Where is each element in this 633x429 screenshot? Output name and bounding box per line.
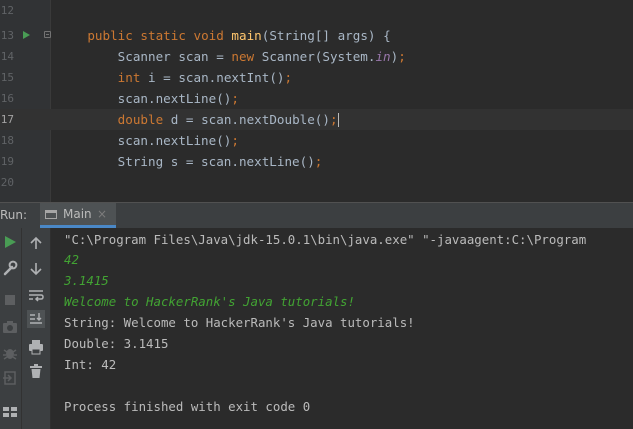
console-line-output: String: Welcome to HackerRank's Java tut… [64,315,415,330]
line-number: 17 [0,113,14,126]
arrow-down-icon[interactable] [27,260,45,278]
code-text: scan.nextLine(); [57,133,239,148]
tab-main[interactable]: Main × [40,203,116,228]
soft-wrap-icon[interactable] [27,286,45,304]
code-line-15[interactable]: 15 int i = scan.nextInt(); [0,67,633,88]
trash-icon[interactable] [27,362,45,380]
line-number: 13 [0,29,14,42]
code-line-20[interactable]: 20 [0,172,633,193]
console-line-input: 3.1415 [64,273,109,288]
print-icon[interactable] [27,338,45,356]
close-tab-icon[interactable]: × [97,203,107,226]
scroll-to-end-icon[interactable] [27,310,45,328]
code-text: public static void main(String[] args) { [87,28,391,43]
camera-icon[interactable] [1,318,19,336]
debug-icon[interactable] [1,344,19,362]
run-toolbar-primary [0,228,22,429]
console-output[interactable]: "C:\Program Files\Java\jdk-15.0.1\bin\ja… [51,228,633,429]
code-text: int i = scan.nextInt(); [117,70,293,85]
layout-icon[interactable] [1,403,19,421]
line-number: 15 [0,71,14,84]
run-panel-header: Run: Main × [0,202,633,228]
stop-icon[interactable] [1,291,19,309]
arrow-up-icon[interactable] [27,234,45,252]
line-number: 18 [0,134,14,147]
run-gutter-icon[interactable] [23,31,30,39]
rerun-icon[interactable] [1,233,19,251]
code-line-13[interactable]: 13 public static void main(String[] args… [0,25,633,46]
code-line-14[interactable]: 14 Scanner scan = new Scanner(System.in)… [0,46,633,67]
console-line-input: 42 [64,252,79,267]
code-text: scan.nextLine(); [57,91,239,106]
line-number: 19 [0,155,14,168]
console-line-output: Int: 42 [64,357,117,372]
text-caret [337,113,340,127]
code-text: String s = scan.nextLine(); [57,154,323,169]
code-text: double d = scan.nextDouble(); [117,112,340,127]
code-editor[interactable]: 12 13 public static void main(String[] a… [0,0,633,202]
console-line-exit-status: Process finished with exit code 0 [64,399,311,414]
line-number: 16 [0,92,14,105]
code-line-17[interactable]: 17 double d = scan.nextDouble(); [0,109,633,130]
console-line-command: "C:\Program Files\Java\jdk-15.0.1\bin\ja… [64,232,587,247]
code-text: Scanner scan = new Scanner(System.in); [57,49,406,64]
line-number: 20 [0,176,14,189]
wrench-icon[interactable] [1,259,19,277]
console-line-output: Double: 3.1415 [64,336,169,351]
code-line-12[interactable]: 12 [0,0,633,21]
code-line-18[interactable]: 18 scan.nextLine(); [0,130,633,151]
code-line-19[interactable]: 19 String s = scan.nextLine(); [0,151,633,172]
run-label: Run: [0,208,28,222]
line-number: 14 [0,50,14,63]
fold-icon[interactable] [44,31,51,38]
tab-main-label: Main [63,207,92,221]
console-tab-icon [45,210,57,219]
console-line-input: Welcome to HackerRank's Java tutorials! [64,294,355,309]
line-number: 12 [0,4,14,17]
exit-icon[interactable] [1,369,19,387]
code-line-16[interactable]: 16 scan.nextLine(); [0,88,633,109]
run-toolbar-secondary [22,228,51,429]
